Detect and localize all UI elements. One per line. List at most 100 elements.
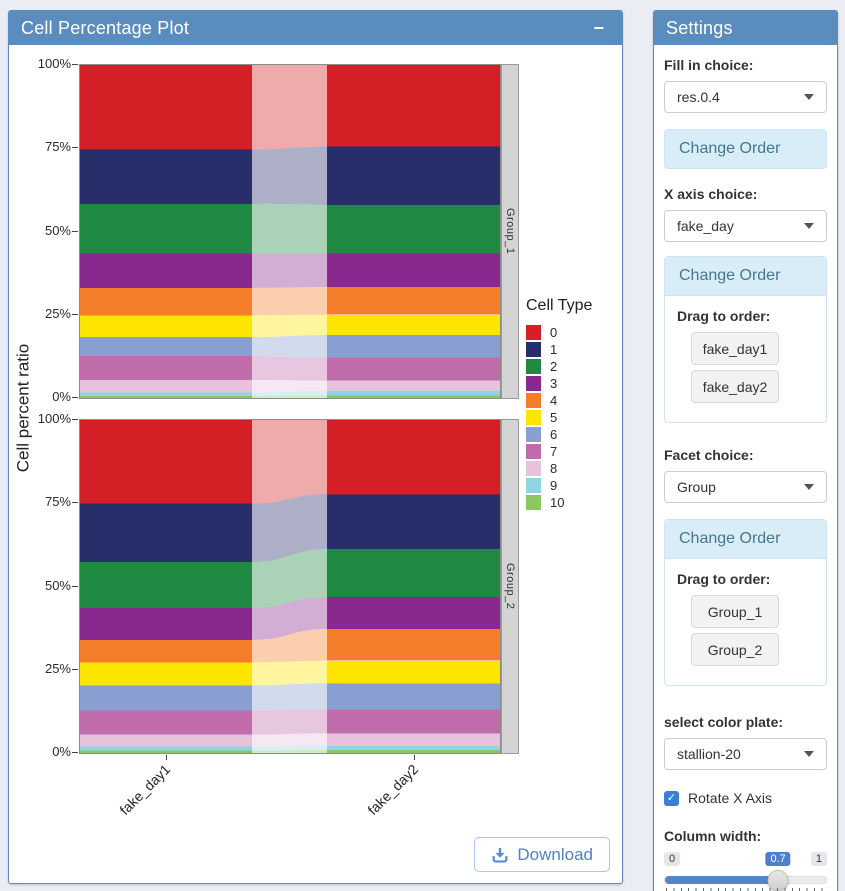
- slider-fill: [665, 876, 778, 884]
- change-order-facet-button[interactable]: Change Order: [665, 520, 826, 558]
- legend-item: 8: [526, 460, 592, 477]
- y-axis-tick-mark: [72, 419, 78, 420]
- legend-swatch: [526, 410, 541, 425]
- settings-title: Settings: [666, 18, 733, 39]
- cell-percentage-chart: Cell percent ratio Group_1 Group_2 100%7…: [9, 45, 624, 835]
- color-palette-value: stallion-20: [677, 746, 741, 762]
- y-axis-tick-label: 25%: [29, 661, 71, 676]
- drag-item-group-2[interactable]: Group_2: [691, 633, 779, 666]
- chart-legend: Cell Type 012345678910: [526, 297, 592, 511]
- legend-item: 6: [526, 426, 592, 443]
- fill-choice-label: Fill in choice:: [664, 57, 827, 73]
- drag-item-fake-day1[interactable]: fake_day1: [691, 332, 779, 365]
- facet-choice-label: Facet choice:: [664, 447, 827, 463]
- settings-header: Settings: [654, 11, 837, 45]
- download-label: Download: [517, 845, 593, 865]
- facet-panel-group-1: [79, 64, 501, 399]
- collapse-minus-icon[interactable]: −: [587, 17, 610, 39]
- x-axis-tick-mark: [166, 755, 167, 760]
- legend-label: 1: [550, 342, 557, 357]
- legend-label: 5: [550, 410, 557, 425]
- legend-swatch: [526, 444, 541, 459]
- legend-item: 10: [526, 494, 592, 511]
- chevron-down-icon: [804, 751, 814, 757]
- change-order-fill-button[interactable]: Change Order: [664, 129, 827, 169]
- y-axis-tick-mark: [72, 502, 78, 503]
- rotate-x-axis-label: Rotate X Axis: [688, 790, 772, 806]
- y-axis-tick-label: 0%: [29, 744, 71, 759]
- y-axis-tick-label: 50%: [29, 223, 71, 238]
- x-axis-choice-label: X axis choice:: [664, 186, 827, 202]
- slider-value-badge: 0.7: [765, 852, 790, 866]
- slider-min-badge: 0: [664, 852, 680, 866]
- y-axis-tick-label: 75%: [29, 139, 71, 154]
- drag-item-fake-day2[interactable]: fake_day2: [691, 370, 779, 403]
- legend-item: 4: [526, 392, 592, 409]
- y-axis-tick-mark: [72, 231, 78, 232]
- column-width-slider[interactable]: 0 0.7 1: [664, 852, 827, 891]
- slider-track[interactable]: [664, 876, 827, 884]
- chevron-down-icon: [804, 223, 814, 229]
- legend-swatch: [526, 478, 541, 493]
- legend-item: 5: [526, 409, 592, 426]
- rotate-x-axis-checkbox[interactable]: ✓: [664, 791, 679, 806]
- legend-item: 3: [526, 375, 592, 392]
- settings-panel: Settings Fill in choice: res.0.4 Change …: [653, 10, 838, 891]
- legend-items: 012345678910: [526, 324, 592, 511]
- legend-item: 7: [526, 443, 592, 460]
- y-axis-tick-mark: [72, 586, 78, 587]
- legend-label: 8: [550, 461, 557, 476]
- rotate-x-axis-row: ✓ Rotate X Axis: [664, 790, 827, 806]
- download-icon: [491, 846, 509, 864]
- y-axis-tick-mark: [72, 314, 78, 315]
- legend-label: 7: [550, 444, 557, 459]
- legend-item: 9: [526, 477, 592, 494]
- legend-swatch: [526, 461, 541, 476]
- x-axis-tick-label: fake_day1: [77, 761, 173, 857]
- plot-box-body: Cell percent ratio Group_1 Group_2 100%7…: [9, 45, 622, 885]
- y-axis-tick-label: 100%: [29, 56, 71, 71]
- drag-to-order-label: Drag to order:: [677, 571, 814, 587]
- slider-max-badge: 1: [811, 852, 827, 866]
- drag-item-group-1[interactable]: Group_1: [691, 595, 779, 628]
- x-axis-choice-select[interactable]: fake_day: [664, 210, 827, 242]
- legend-label: 9: [550, 478, 557, 493]
- change-order-xaxis-panel: Change Order Drag to order: fake_day1 fa…: [664, 256, 827, 423]
- drag-to-order-label: Drag to order:: [677, 308, 814, 324]
- facet-strip-group-2: Group_2: [501, 419, 519, 754]
- y-axis-tick-label: 100%: [29, 411, 71, 426]
- y-axis-tick-mark: [72, 752, 78, 753]
- y-axis-tick-label: 25%: [29, 306, 71, 321]
- legend-swatch: [526, 427, 541, 442]
- legend-item: 2: [526, 358, 592, 375]
- plot-box-title: Cell Percentage Plot: [21, 18, 189, 39]
- x-axis-tick-label: fake_day2: [325, 761, 421, 857]
- color-palette-select[interactable]: stallion-20: [664, 738, 827, 770]
- facet-panel-group-2: [79, 419, 501, 754]
- y-axis-title: Cell percent ratio: [0, 64, 73, 752]
- change-order-facet-body: Drag to order: Group_1 Group_2: [665, 558, 826, 685]
- legend-label: 2: [550, 359, 557, 374]
- facet-choice-select[interactable]: Group: [664, 471, 827, 503]
- y-axis-tick-mark: [72, 397, 78, 398]
- legend-swatch: [526, 393, 541, 408]
- facet-strip-group-1: Group_1: [501, 64, 519, 399]
- x-axis-choice-value: fake_day: [677, 218, 734, 234]
- y-axis-tick-mark: [72, 147, 78, 148]
- change-order-xaxis-button[interactable]: Change Order: [665, 257, 826, 295]
- cell-percentage-plot-box: Cell Percentage Plot − Cell percent rati…: [8, 10, 623, 884]
- change-order-facet-panel: Change Order Drag to order: Group_1 Grou…: [664, 519, 827, 686]
- stacked-bar-chart: [80, 420, 500, 753]
- stacked-bar-chart: [80, 65, 500, 398]
- download-button[interactable]: Download: [474, 837, 610, 872]
- y-axis-tick-mark: [72, 669, 78, 670]
- settings-body: Fill in choice: res.0.4 Change Order X a…: [654, 45, 837, 891]
- color-palette-label: select color plate:: [664, 714, 827, 730]
- legend-title: Cell Type: [526, 297, 592, 315]
- fill-choice-value: res.0.4: [677, 89, 720, 105]
- legend-swatch: [526, 359, 541, 374]
- legend-label: 3: [550, 376, 557, 391]
- chevron-down-icon: [804, 484, 814, 490]
- fill-choice-select[interactable]: res.0.4: [664, 81, 827, 113]
- x-axis-tick-mark: [414, 755, 415, 760]
